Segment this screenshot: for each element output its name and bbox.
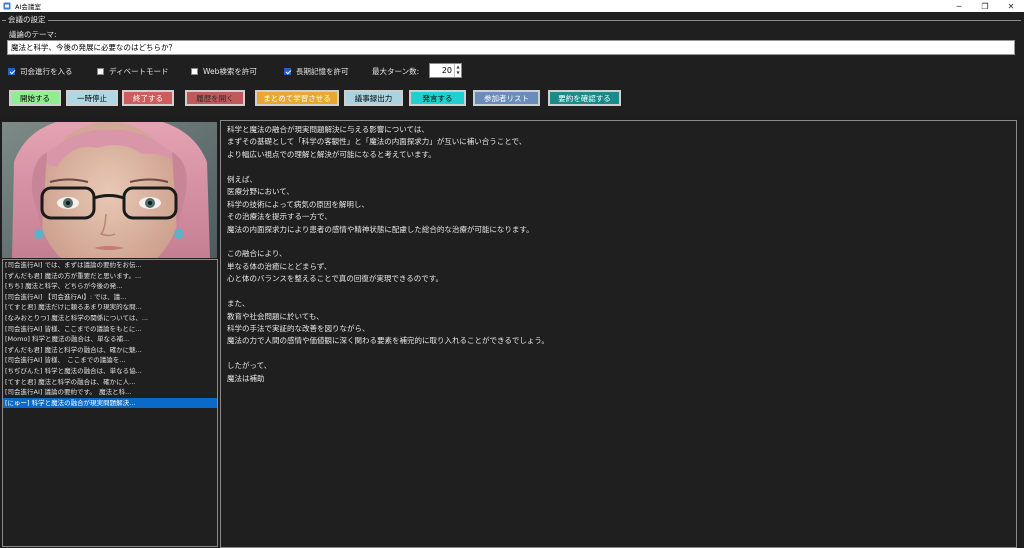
log-item[interactable]: [てすと君] 魔法と科学の融合は、確かに人...	[3, 377, 217, 388]
text-line	[227, 161, 1010, 173]
option-web-search[interactable]: Web検索を許可	[191, 66, 257, 77]
speaker-avatar	[2, 122, 217, 258]
end-button[interactable]: 終了する	[122, 90, 174, 106]
participants-button[interactable]: 参加者リスト	[473, 90, 540, 106]
text-line: 魔法の力で人間の感情や価値観に深く関わる要素を補完的に取り入れることができるでし…	[227, 336, 549, 346]
close-button[interactable]: ✕	[998, 0, 1024, 12]
theme-input[interactable]: 魔法と科学、今後の発展に必要なのはどちらか？	[7, 40, 1015, 55]
log-item[interactable]: [Momo] 科学と魔法の融合は、単なる補...	[3, 334, 217, 345]
long-memory-label: 長期記憶を許可	[296, 67, 349, 76]
option-moderator[interactable]: 司会進行を入る	[8, 66, 73, 77]
text-line: 魔法は補助	[227, 373, 265, 383]
minimize-button[interactable]: ─	[946, 0, 972, 12]
start-button[interactable]: 開始する	[9, 90, 61, 106]
log-item[interactable]: [ずんだも君] 魔法と科学の融合は、確かに魅...	[3, 345, 217, 356]
avatar-portrait	[2, 122, 217, 258]
text-line	[227, 286, 1010, 298]
text-line	[227, 348, 1010, 360]
log-item[interactable]: [司会進行AI] 皆様、ここまでの議論をもとに...	[3, 324, 217, 335]
text-line: その治療法を提示する一方で、	[227, 212, 332, 222]
spin-down-icon[interactable]: ▼	[455, 70, 461, 76]
log-item[interactable]: [ずんだも君] 魔法の方が重要だと思います。...	[3, 271, 217, 282]
text-line: 例えば、	[227, 174, 257, 184]
window-title: AI会議室	[15, 3, 41, 11]
text-line: 単なる体の治癒にとどまらず、	[227, 261, 332, 271]
log-item[interactable]: [てすと君] 魔法だけに頼るあまり現実的な問...	[3, 302, 217, 313]
summary-button[interactable]: 要約を確認する	[548, 90, 621, 106]
text-line: 科学の技術によって病気の原因を解明し、	[227, 199, 369, 209]
text-line: 魔法の内面探求力により患者の感情や精神状態に配慮した総合的な治療が可能になります…	[227, 224, 534, 234]
text-line: 教育や社会問題に於いても、	[227, 311, 324, 321]
debate-label: ディベートモード	[109, 67, 169, 76]
minutes-export-button[interactable]: 議事録出力	[344, 90, 403, 106]
web-search-checkbox[interactable]	[191, 68, 198, 75]
log-item[interactable]: [ちぢびんた] 科学と魔法の融合は、単なる協...	[3, 366, 217, 377]
speak-button[interactable]: 発言する	[409, 90, 466, 106]
restore-button[interactable]: ❐	[972, 0, 998, 12]
option-debate[interactable]: ディベートモード	[97, 66, 168, 77]
history-button[interactable]: 履歴を開く	[185, 90, 245, 106]
max-turns-label: 最大ターン数:	[372, 67, 420, 76]
log-item[interactable]: [司会進行AI] 【司会進行AI】: では、議...	[3, 292, 217, 303]
text-line: 科学と魔法の融合が現実問題解決に与える影響については、	[227, 125, 429, 134]
app-icon	[3, 2, 11, 10]
text-line: 医療分野において、	[227, 187, 294, 197]
moderator-label: 司会進行を入る	[20, 67, 73, 76]
text-line	[227, 236, 1010, 248]
log-item[interactable]: [司会進行AI] 議論の要約です。 魔法と科...	[3, 387, 217, 398]
text-line: したがって、	[227, 361, 272, 371]
text-line: より幅広い視点での理解と解決が可能になると考えています。	[227, 149, 436, 159]
settings-group-title: 会議の設定	[6, 14, 48, 25]
batch-learn-button[interactable]: まとめて学習させる	[255, 90, 339, 106]
log-item[interactable]: [司会進行AI] 皆様、 ここまでの議論を...	[3, 355, 217, 366]
text-line: また、	[227, 299, 250, 309]
long-memory-checkbox[interactable]	[284, 68, 291, 75]
spin-arrows[interactable]: ▲ ▼	[454, 64, 461, 77]
max-turns-value: 20	[441, 66, 452, 75]
settings-panel: 会議の設定 議論のテーマ: 魔法と科学、今後の発展に必要なのはどちらか？ 司会進…	[0, 12, 1024, 118]
main-text-area[interactable]: 科学と魔法の融合が現実問題解決に与える影響については、 まずその基礎として「科学…	[220, 120, 1017, 548]
speaker-log-list[interactable]: [司会進行AI] では、まずは議論の要約をお伝... [ずんだも君] 魔法の方が…	[2, 259, 218, 547]
moderator-checkbox[interactable]	[8, 68, 15, 75]
log-item[interactable]: [ちち] 魔法と科学、どちらが今後の発...	[3, 281, 217, 292]
text-line: この融合により、	[227, 249, 287, 259]
log-item[interactable]: [にゅー] 科学と魔法の融合が現実問題解決...	[3, 397, 217, 409]
log-item[interactable]: [司会進行AI] では、まずは議論の要約をお伝...	[3, 260, 217, 271]
web-search-label: Web検索を許可	[203, 67, 257, 76]
text-line: 心と体のバランスを整えることで真の回復が実現できるのです。	[227, 274, 443, 284]
title-bar: AI会議室 ─ ❐ ✕	[0, 0, 1024, 12]
theme-label: 議論のテーマ:	[9, 30, 57, 39]
option-long-memory[interactable]: 長期記憶を許可	[284, 66, 349, 77]
main-scrollbar[interactable]	[1017, 121, 1024, 548]
log-item[interactable]: [なみおとりつ] 魔法と科学の関係については、...	[3, 313, 217, 324]
debate-checkbox[interactable]	[97, 68, 104, 75]
max-turns-spinbox[interactable]: 20 ▲ ▼	[429, 63, 462, 78]
pause-button[interactable]: 一時停止	[66, 90, 118, 106]
text-line: まずその基礎として「科学の客観性」と「魔法の内面探求力」が互いに補い合うことで、	[227, 137, 527, 147]
text-line: 科学の手法で実証的な改善を図りながら、	[227, 324, 370, 333]
